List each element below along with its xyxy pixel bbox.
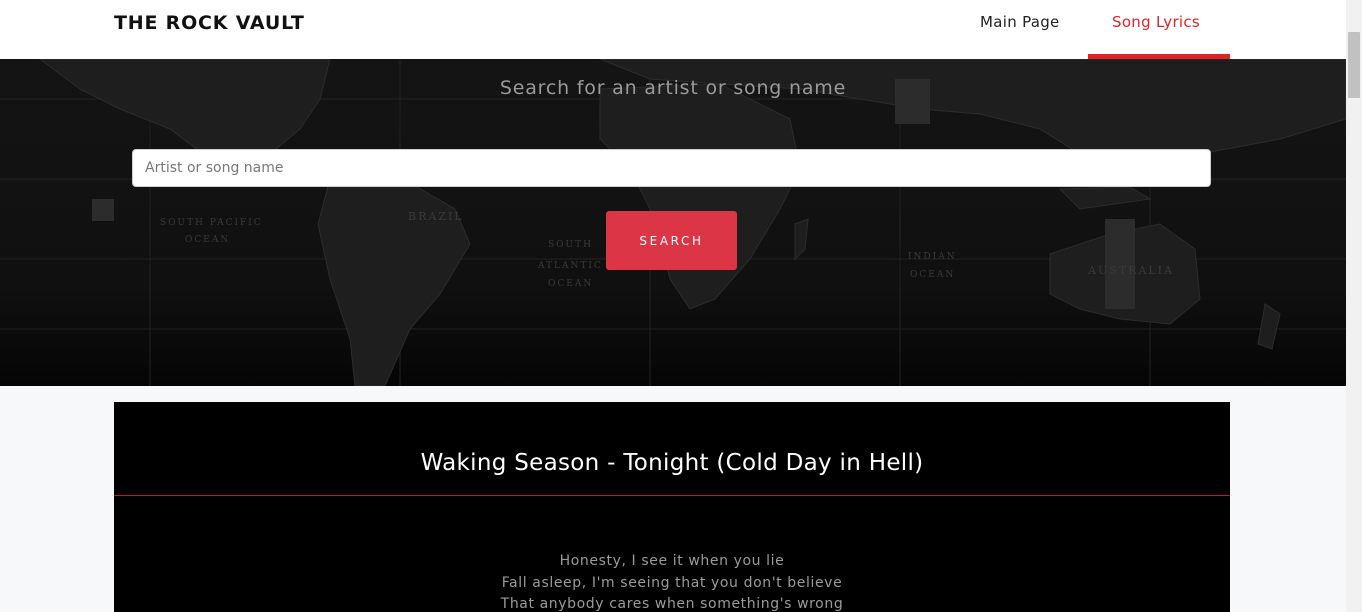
lyrics-text: Honesty, I see it when you lie Fall asle… [114, 551, 1230, 612]
map-label-brazil: BRAZIL [408, 210, 464, 223]
map-label-south: SOUTH [548, 240, 593, 250]
lyric-line: Honesty, I see it when you lie [559, 553, 785, 569]
search-input[interactable] [132, 149, 1211, 187]
lyrics-card: Waking Season - Tonight (Cold Day in Hel… [114, 402, 1230, 612]
search-hero: SOUTH PACIFIC OCEAN BRAZIL SOUTH ATLANTI… [0, 59, 1346, 386]
search-heading: Search for an artist or song name [499, 77, 847, 99]
map-label-australia: AUSTRALIA [1087, 264, 1174, 277]
scrollbar-thumb[interactable] [1348, 32, 1360, 98]
map-label-ocean-1: OCEAN [185, 235, 230, 245]
nav-link-main-page[interactable]: Main Page [980, 13, 1060, 31]
lyric-line: Fall asleep, I'm seeing that you don't b… [501, 574, 843, 591]
navbar: THE ROCK VAULT Main Page Song Lyrics [0, 0, 1346, 59]
brand-logo[interactable]: THE ROCK VAULT [114, 12, 305, 34]
title-divider [114, 495, 1230, 496]
lyric-line: That anybody cares when something's wron… [500, 596, 844, 612]
map-label-ocean-3: OCEAN [910, 270, 955, 280]
song-title: Waking Season - Tonight (Cold Day in Hel… [420, 450, 924, 476]
search-button[interactable]: SEARCH [606, 211, 737, 270]
map-label-atlantic: ATLANTIC [537, 261, 603, 271]
map-label-south-pacific: SOUTH PACIFIC [160, 218, 263, 228]
map-label-ocean-2: OCEAN [548, 279, 593, 289]
map-label-indian: INDIAN [908, 252, 957, 262]
nav-link-song-lyrics[interactable]: Song Lyrics [1112, 13, 1200, 31]
